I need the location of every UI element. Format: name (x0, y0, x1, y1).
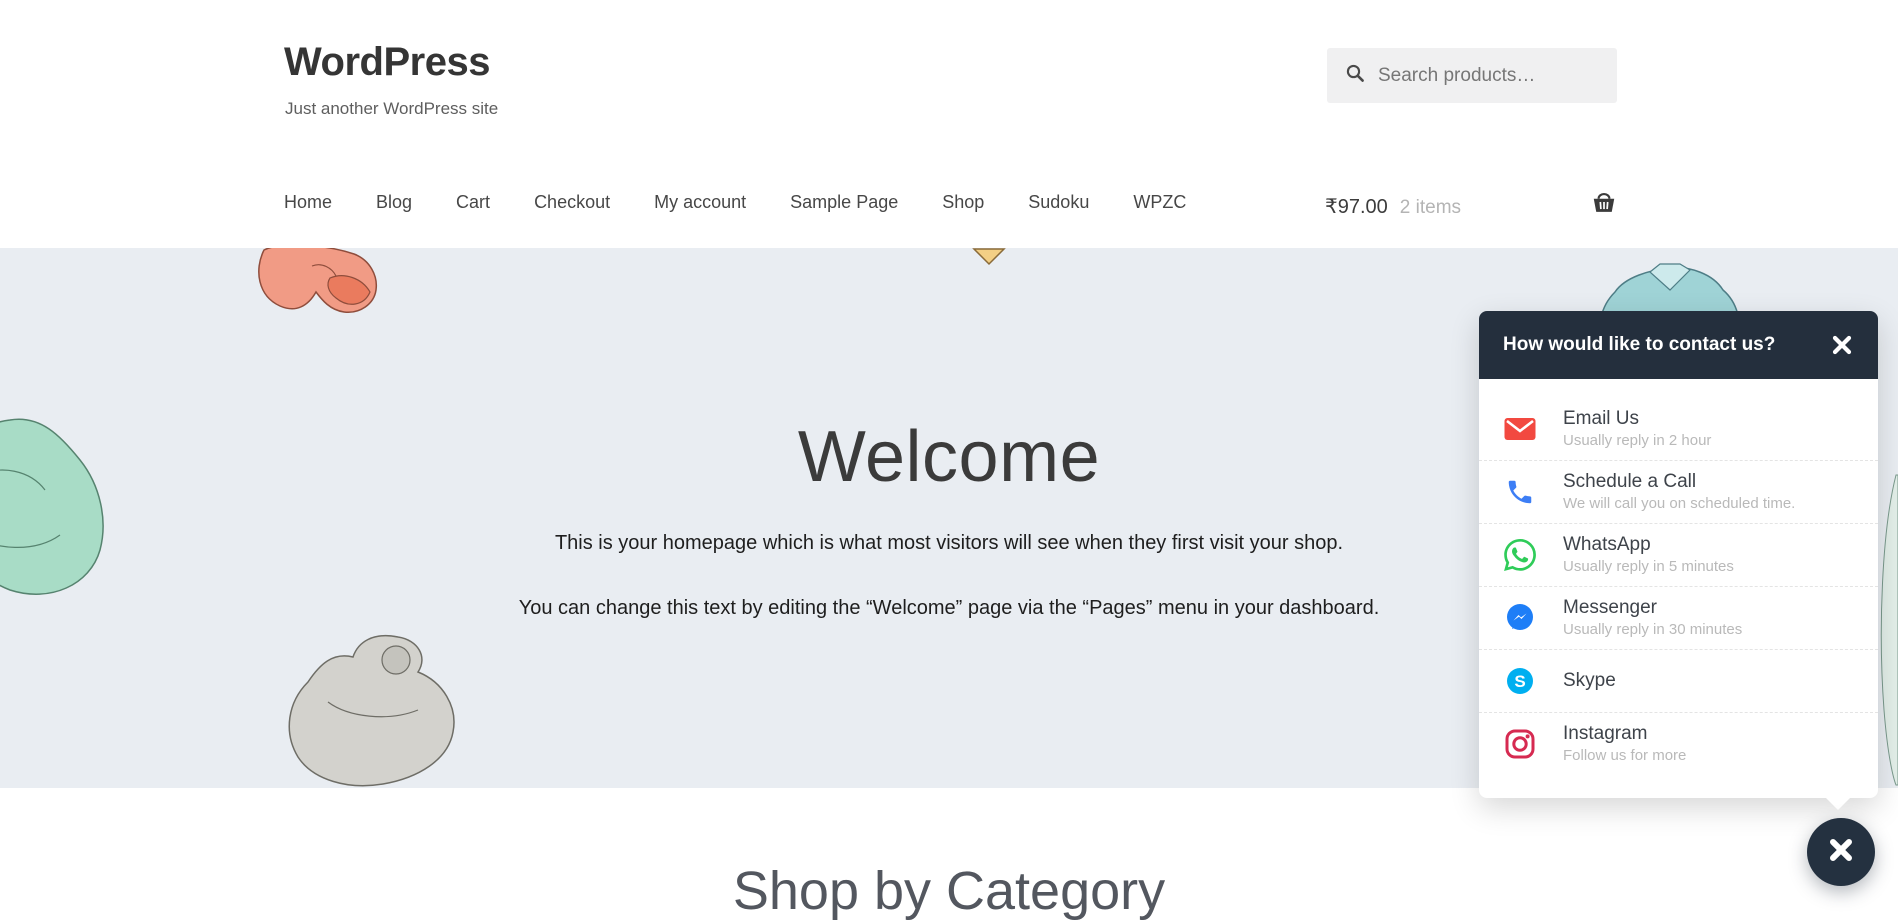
instagram-icon (1503, 728, 1537, 760)
contact-option-label: Instagram (1563, 723, 1648, 745)
cart-total: ₹97.00 (1325, 196, 1388, 218)
close-icon[interactable] (1830, 333, 1854, 357)
coral-shirt-illustration (258, 248, 378, 313)
contact-option-label: Schedule a Call (1563, 471, 1697, 493)
contact-toggle-button[interactable] (1807, 818, 1875, 886)
contact-option-schedule-call[interactable]: Schedule a Call We will call you on sche… (1479, 460, 1878, 523)
yellow-garment-illustration (972, 248, 1006, 266)
contact-widget: How would like to contact us? Email Us U… (1479, 311, 1878, 798)
nav-item-cart[interactable]: Cart (456, 192, 490, 213)
cart-item-count: 2 items (1399, 197, 1462, 218)
shop-by-category-heading: Shop by Category (732, 861, 1166, 921)
main-nav: Home Blog Cart Checkout My account Sampl… (284, 192, 1186, 213)
site-tagline: Just another WordPress site (285, 99, 499, 118)
contact-widget-title: How would like to contact us? (1503, 334, 1776, 355)
whatsapp-icon (1503, 539, 1537, 571)
contact-option-subtitle: Usually reply in 5 minutes (1563, 558, 1734, 576)
contact-option-instagram[interactable]: Instagram Follow us for more (1479, 712, 1878, 775)
nav-item-wpzc[interactable]: WPZC (1133, 192, 1186, 213)
contact-option-label: Messenger (1563, 597, 1657, 619)
shop-by-category-section: Shop by Category (0, 788, 1898, 921)
contact-widget-tail (1824, 796, 1852, 810)
close-icon (1826, 835, 1856, 870)
contact-widget-header: How would like to contact us? (1479, 311, 1878, 379)
search-icon (1345, 63, 1366, 89)
gray-hoodie-illustration (288, 635, 455, 787)
contact-option-subtitle: Follow us for more (1563, 747, 1687, 765)
product-search[interactable] (1327, 48, 1623, 103)
contact-option-messenger[interactable]: Messenger Usually reply in 30 minutes (1479, 586, 1878, 649)
contact-option-subtitle: Usually reply in 30 minutes (1563, 621, 1743, 639)
nav-item-my-account[interactable]: My account (654, 192, 746, 213)
contact-option-label: WhatsApp (1563, 534, 1651, 556)
nav-item-home[interactable]: Home (284, 192, 332, 213)
contact-option-email[interactable]: Email Us Usually reply in 2 hour (1479, 397, 1878, 460)
phone-icon (1503, 477, 1537, 507)
nav-item-blog[interactable]: Blog (376, 192, 412, 213)
site-title[interactable]: WordPress (284, 40, 490, 85)
site-header: WordPress Just another WordPress site Ho… (0, 0, 1898, 248)
contact-option-subtitle: Usually reply in 2 hour (1563, 431, 1712, 449)
email-icon (1503, 417, 1537, 441)
basket-icon[interactable] (1590, 188, 1618, 216)
nav-item-sudoku[interactable]: Sudoku (1028, 192, 1089, 213)
pale-garment-illustration (1880, 474, 1898, 786)
contact-option-label: Skype (1563, 670, 1616, 692)
cart-summary-link[interactable]: ₹97.00 2 items (1325, 194, 1461, 219)
contact-widget-body: Email Us Usually reply in 2 hour Schedul… (1479, 379, 1878, 775)
nav-item-shop[interactable]: Shop (942, 192, 984, 213)
nav-item-checkout[interactable]: Checkout (534, 192, 610, 213)
nav-item-sample-page[interactable]: Sample Page (790, 192, 898, 213)
skype-icon: S (1503, 665, 1537, 697)
messenger-icon (1503, 602, 1537, 634)
svg-text:S: S (1514, 672, 1525, 691)
contact-option-skype[interactable]: S Skype (1479, 649, 1878, 712)
contact-option-whatsapp[interactable]: WhatsApp Usually reply in 5 minutes (1479, 523, 1878, 586)
contact-option-label: Email Us (1563, 407, 1640, 429)
contact-option-subtitle: We will call you on scheduled time. (1563, 495, 1796, 513)
search-input[interactable] (1378, 64, 1623, 87)
